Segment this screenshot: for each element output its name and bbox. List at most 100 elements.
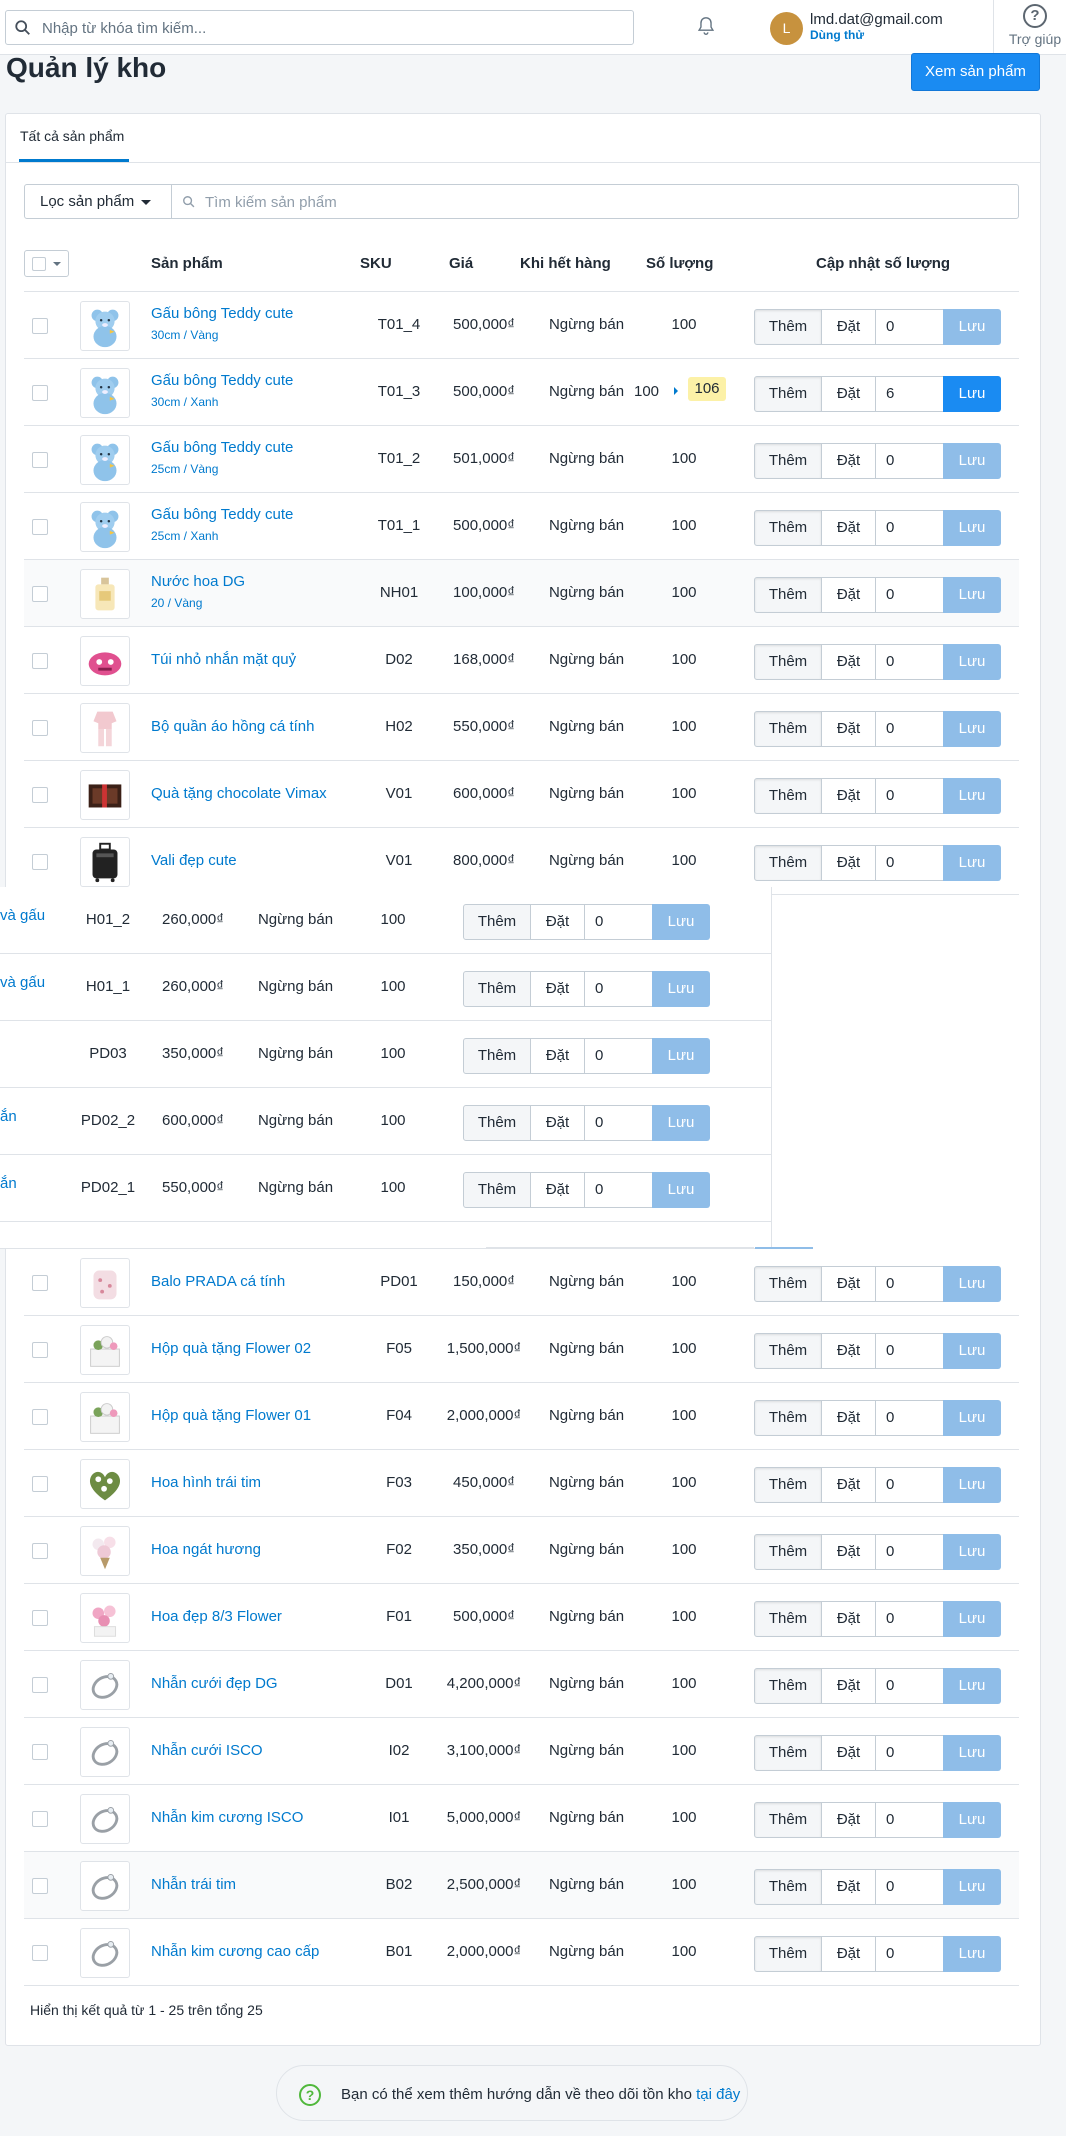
add-quantity-button[interactable]: Thêm bbox=[754, 644, 822, 680]
row-checkbox[interactable] bbox=[32, 854, 48, 870]
add-quantity-button[interactable]: Thêm bbox=[754, 711, 822, 747]
set-quantity-button[interactable]: Đặt bbox=[821, 510, 876, 546]
product-name-link[interactable]: Túi nhỏ nhắn mặt quỷ bbox=[151, 651, 296, 668]
quantity-input[interactable]: 0 bbox=[875, 644, 944, 680]
product-name-link[interactable]: Nước hoa DG bbox=[151, 573, 245, 590]
quantity-input[interactable]: 0 bbox=[875, 711, 944, 747]
row-checkbox[interactable] bbox=[32, 519, 48, 535]
quantity-input[interactable]: 0 bbox=[875, 1400, 944, 1436]
product-name-link[interactable]: ắn bbox=[0, 1175, 17, 1192]
add-quantity-button[interactable]: Thêm bbox=[754, 1333, 822, 1369]
set-quantity-button[interactable]: Đặt bbox=[821, 309, 876, 345]
quantity-input[interactable]: 0 bbox=[875, 1534, 944, 1570]
save-quantity-button[interactable]: Lưu bbox=[943, 845, 1001, 881]
add-quantity-button[interactable]: Thêm bbox=[754, 443, 822, 479]
product-name-link[interactable]: Hộp quà tặng Flower 01 bbox=[151, 1407, 311, 1424]
save-quantity-button[interactable]: Lưu bbox=[652, 1172, 710, 1208]
bell-icon[interactable] bbox=[695, 15, 717, 37]
help-button[interactable]: ? Trợ giúp bbox=[1005, 4, 1065, 47]
set-quantity-button[interactable]: Đặt bbox=[530, 1038, 585, 1074]
quantity-input[interactable]: 0 bbox=[875, 1668, 944, 1704]
product-name-link[interactable]: Hộp quà tặng Flower 02 bbox=[151, 1340, 311, 1357]
quantity-input[interactable]: 0 bbox=[584, 971, 653, 1007]
quantity-input[interactable]: 0 bbox=[875, 845, 944, 881]
add-quantity-button[interactable]: Thêm bbox=[463, 971, 531, 1007]
row-checkbox[interactable] bbox=[32, 1275, 48, 1291]
row-checkbox[interactable] bbox=[32, 586, 48, 602]
quantity-input[interactable]: 0 bbox=[584, 1172, 653, 1208]
save-quantity-button[interactable]: Lưu bbox=[943, 1467, 1001, 1503]
set-quantity-button[interactable]: Đặt bbox=[530, 971, 585, 1007]
row-checkbox[interactable] bbox=[32, 452, 48, 468]
set-quantity-button[interactable]: Đặt bbox=[821, 711, 876, 747]
save-quantity-button[interactable]: Lưu bbox=[943, 1400, 1001, 1436]
product-name-link[interactable]: và gấu bbox=[0, 907, 45, 924]
save-quantity-button[interactable]: Lưu bbox=[943, 1936, 1001, 1972]
save-quantity-button[interactable]: Lưu bbox=[652, 1038, 710, 1074]
product-name-link[interactable]: ắn bbox=[0, 1108, 17, 1125]
save-quantity-button[interactable]: Lưu bbox=[943, 644, 1001, 680]
add-quantity-button[interactable]: Thêm bbox=[463, 904, 531, 940]
row-checkbox[interactable] bbox=[32, 1878, 48, 1894]
view-products-button[interactable]: Xem sản phẩm bbox=[911, 53, 1040, 91]
row-checkbox[interactable] bbox=[32, 787, 48, 803]
save-quantity-button[interactable]: Lưu bbox=[943, 1668, 1001, 1704]
save-quantity-button[interactable]: Lưu bbox=[943, 510, 1001, 546]
product-name-link[interactable]: Nhẫn trái tim bbox=[151, 1876, 236, 1893]
row-checkbox[interactable] bbox=[32, 1342, 48, 1358]
product-name-link[interactable]: và gấu bbox=[0, 974, 45, 991]
quantity-input[interactable]: 0 bbox=[875, 1735, 944, 1771]
row-checkbox[interactable] bbox=[32, 720, 48, 736]
save-quantity-button[interactable]: Lưu bbox=[943, 376, 1001, 412]
row-checkbox[interactable] bbox=[32, 1543, 48, 1559]
set-quantity-button[interactable]: Đặt bbox=[821, 443, 876, 479]
save-quantity-button[interactable]: Lưu bbox=[943, 1869, 1001, 1905]
save-quantity-button[interactable]: Lưu bbox=[943, 1802, 1001, 1838]
quantity-input[interactable]: 0 bbox=[875, 577, 944, 613]
row-checkbox[interactable] bbox=[32, 318, 48, 334]
product-name-link[interactable]: Nhẫn kim cương cao cấp bbox=[151, 1943, 319, 1960]
help-tip-link[interactable]: tại đây bbox=[696, 2086, 740, 2103]
set-quantity-button[interactable]: Đặt bbox=[821, 1735, 876, 1771]
product-search[interactable] bbox=[171, 184, 1019, 219]
save-quantity-button[interactable]: Lưu bbox=[652, 971, 710, 1007]
add-quantity-button[interactable]: Thêm bbox=[754, 1802, 822, 1838]
product-name-link[interactable]: Gấu bông Teddy cute bbox=[151, 305, 293, 322]
add-quantity-button[interactable]: Thêm bbox=[754, 1467, 822, 1503]
add-quantity-button[interactable]: Thêm bbox=[754, 1601, 822, 1637]
row-checkbox[interactable] bbox=[32, 1476, 48, 1492]
set-quantity-button[interactable]: Đặt bbox=[821, 1534, 876, 1570]
save-quantity-button[interactable]: Lưu bbox=[943, 1601, 1001, 1637]
quantity-input[interactable]: 0 bbox=[875, 1936, 944, 1972]
set-quantity-button[interactable]: Đặt bbox=[821, 1333, 876, 1369]
set-quantity-button[interactable]: Đặt bbox=[530, 904, 585, 940]
row-checkbox[interactable] bbox=[32, 385, 48, 401]
save-quantity-button[interactable]: Lưu bbox=[943, 1534, 1001, 1570]
select-all-checkbox[interactable] bbox=[32, 257, 46, 271]
quantity-input[interactable]: 6 bbox=[875, 376, 944, 412]
add-quantity-button[interactable]: Thêm bbox=[754, 1869, 822, 1905]
row-checkbox[interactable] bbox=[32, 653, 48, 669]
product-name-link[interactable]: Hoa hình trái tim bbox=[151, 1474, 261, 1491]
quantity-input[interactable]: 0 bbox=[584, 1038, 653, 1074]
set-quantity-button[interactable]: Đặt bbox=[530, 1105, 585, 1141]
add-quantity-button[interactable]: Thêm bbox=[754, 845, 822, 881]
row-checkbox[interactable] bbox=[32, 1744, 48, 1760]
account-email[interactable]: lmd.dat@gmail.com bbox=[810, 11, 943, 28]
quantity-input[interactable]: 0 bbox=[875, 1802, 944, 1838]
add-quantity-button[interactable]: Thêm bbox=[754, 1534, 822, 1570]
product-name-link[interactable]: Hoa ngát hương bbox=[151, 1541, 261, 1558]
set-quantity-button[interactable]: Đặt bbox=[530, 1172, 585, 1208]
add-quantity-button[interactable]: Thêm bbox=[754, 309, 822, 345]
save-quantity-button[interactable]: Lưu bbox=[943, 577, 1001, 613]
add-quantity-button[interactable]: Thêm bbox=[463, 1172, 531, 1208]
tab-all-products[interactable]: Tất cả sản phẩm bbox=[20, 128, 124, 144]
set-quantity-button[interactable]: Đặt bbox=[821, 1400, 876, 1436]
product-name-link[interactable]: Gấu bông Teddy cute bbox=[151, 372, 293, 389]
set-quantity-button[interactable]: Đặt bbox=[821, 376, 876, 412]
product-name-link[interactable]: Hoa đẹp 8/3 Flower bbox=[151, 1608, 282, 1625]
quantity-input[interactable]: 0 bbox=[875, 443, 944, 479]
set-quantity-button[interactable]: Đặt bbox=[821, 1601, 876, 1637]
quantity-input[interactable]: 0 bbox=[875, 1333, 944, 1369]
quantity-input[interactable]: 0 bbox=[875, 1266, 944, 1302]
